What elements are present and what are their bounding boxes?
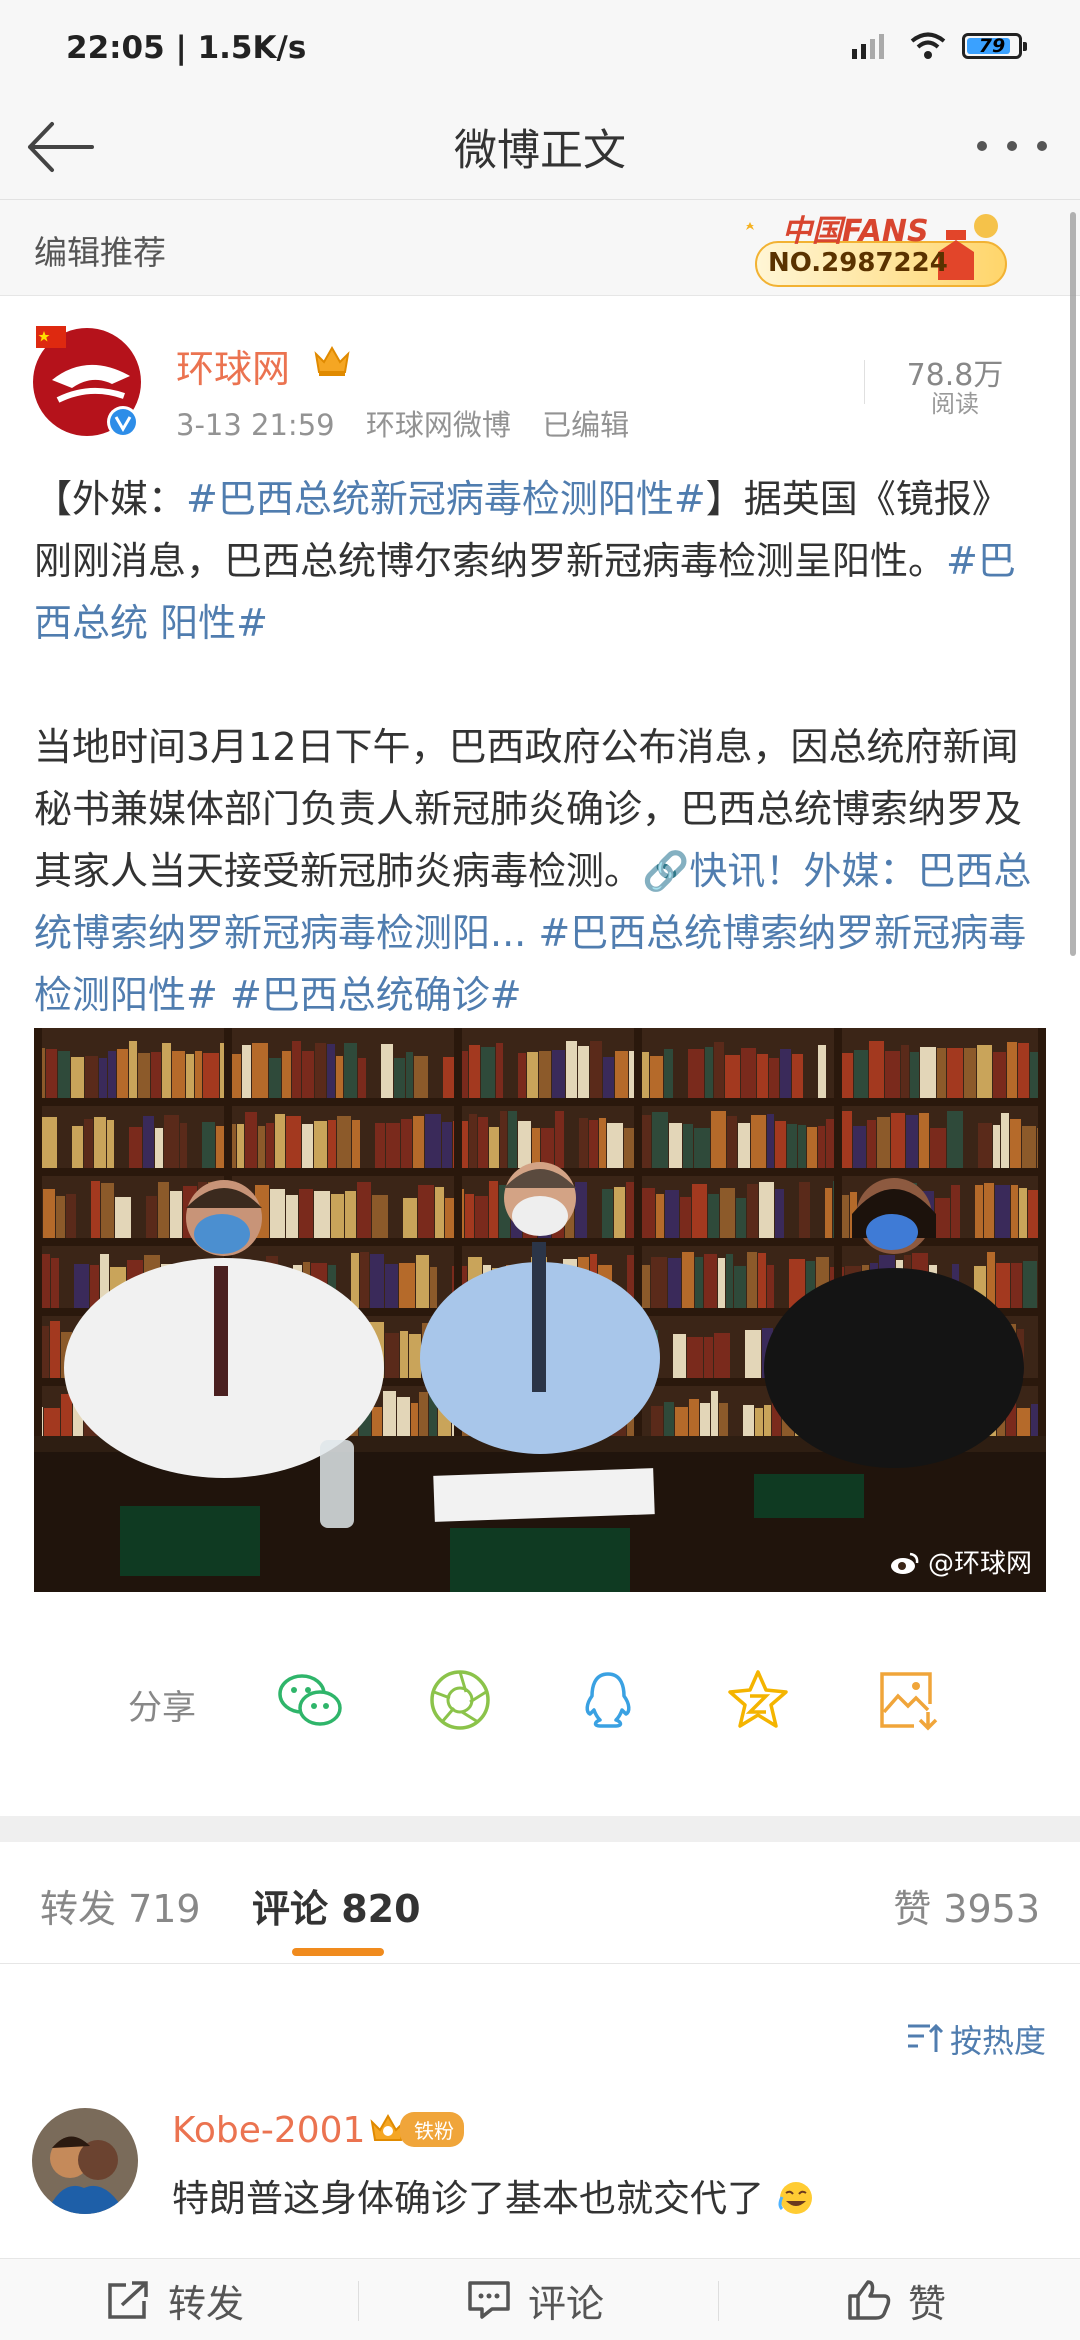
post-image[interactable]: @环球网 [34, 1028, 1046, 1592]
tab-bar: 转发 719 评论 820 赞 3953 [0, 1842, 1080, 1964]
scrollbar[interactable] [1070, 212, 1076, 956]
sort-icon [907, 2023, 944, 2052]
status-time: 22:05 | 1.5K/s [66, 30, 307, 66]
hashtag-link[interactable]: #巴西总统新冠病毒检测阳性# [186, 477, 706, 521]
author-name[interactable]: 环球网 [176, 338, 290, 393]
commenter-name[interactable]: Kobe-2001 [172, 2110, 365, 2151]
weibo-logo-icon [890, 1552, 919, 1574]
tab-repost[interactable]: 转发 719 [40, 1878, 201, 1933]
signal-icon [852, 34, 884, 59]
image-watermark: @环球网 [890, 1543, 1032, 1580]
comment-button[interactable]: 评论 [466, 2259, 604, 2340]
fans-number: NO.2987224 [768, 248, 948, 278]
tab-like[interactable]: 赞 3953 [893, 1878, 1040, 1933]
qq-icon[interactable] [574, 1668, 642, 1732]
post-paragraph-2: 当地时间3月12日下午，巴西政府公布消息，因总统府新闻秘书兼媒体部门负责人新冠肺… [34, 716, 1044, 1026]
qzone-icon[interactable] [724, 1668, 792, 1732]
vip-crown-icon [314, 345, 350, 376]
like-button[interactable]: 赞 [846, 2259, 946, 2340]
post-meta: 3-13 21:59 环球网微博 已编辑 [176, 402, 651, 444]
section-divider [0, 1816, 1080, 1842]
repost-button[interactable]: 转发 [106, 2259, 244, 2340]
fan-badge-label: 铁粉 [400, 2111, 464, 2147]
post-source: 环球网微博 [365, 408, 511, 442]
share-row: 分享 [0, 1650, 1080, 1750]
repost-icon [108, 2281, 148, 2319]
wifi-icon [910, 32, 946, 59]
tab-indicator [292, 1948, 384, 1956]
comment-label: 评论 [528, 2281, 605, 2326]
comment-icon [468, 2281, 510, 2319]
recommend-bar: 编辑推荐 中国FANS NO.2987224 [0, 200, 1080, 296]
toolbar-divider [718, 2281, 719, 2321]
post-text [218, 973, 230, 1017]
tab-comment[interactable]: 评论 820 [252, 1878, 421, 1933]
like-label: 赞 [908, 2281, 947, 2326]
post-body: 【外媒：#巴西总统新冠病毒检测阳性#】据英国《镜报》刚刚消息，巴西总统博尔索纳罗… [34, 468, 1044, 1026]
moments-icon[interactable] [426, 1668, 494, 1732]
comment-body: 特朗普这身体确诊了基本也就交代了 [172, 2177, 764, 2220]
read-label: 阅读 [931, 390, 979, 418]
edited-label: 已编辑 [542, 408, 630, 442]
fans-title: 中国FANS [782, 214, 929, 249]
commenter-avatar[interactable] [32, 2108, 138, 2214]
bottom-toolbar: 转发 评论 赞 [0, 2258, 1080, 2340]
china-fans-badge[interactable]: 中国FANS NO.2987224 [742, 200, 1012, 292]
watermark-text: @环球网 [927, 1549, 1032, 1579]
nav-bar: 微博正文 [0, 96, 1080, 200]
toolbar-divider [358, 2281, 359, 2321]
divider [864, 360, 865, 404]
fan-badge: 铁粉 [368, 2108, 464, 2150]
post-text [526, 911, 538, 955]
post-time: 3-13 21:59 [176, 408, 335, 442]
repost-label: 转发 [168, 2281, 245, 2326]
author-avatar[interactable] [32, 322, 142, 442]
comment-text: 特朗普这身体确诊了基本也就交代了 [172, 2168, 816, 2222]
battery-icon: 79 [962, 33, 1027, 59]
post-paragraph-1: 【外媒：#巴西总统新冠病毒检测阳性#】据英国《镜报》刚刚消息，巴西总统博尔索纳罗… [34, 468, 1044, 654]
wechat-icon[interactable] [276, 1668, 344, 1732]
thumbs-up-icon [848, 2280, 891, 2320]
save-image-icon[interactable] [874, 1668, 942, 1732]
recommend-label: 编辑推荐 [34, 233, 166, 272]
sort-label: 按热度 [949, 2022, 1046, 2060]
press-conference-photo [34, 1028, 1046, 1592]
more-icon[interactable] [974, 126, 1050, 166]
post-text: 【外媒： [34, 477, 187, 521]
hashtag-link[interactable]: #巴西总统确诊# [230, 973, 522, 1017]
status-icons: 79 [850, 30, 1027, 62]
sort-button[interactable]: 按热度 [906, 2016, 1046, 2062]
share-label: 分享 [128, 1688, 196, 1728]
page-title: 微博正文 [454, 126, 626, 176]
laugh-cry-emoji-icon [778, 2182, 812, 2214]
status-bar: 22:05 | 1.5K/s 79 [0, 0, 1080, 96]
